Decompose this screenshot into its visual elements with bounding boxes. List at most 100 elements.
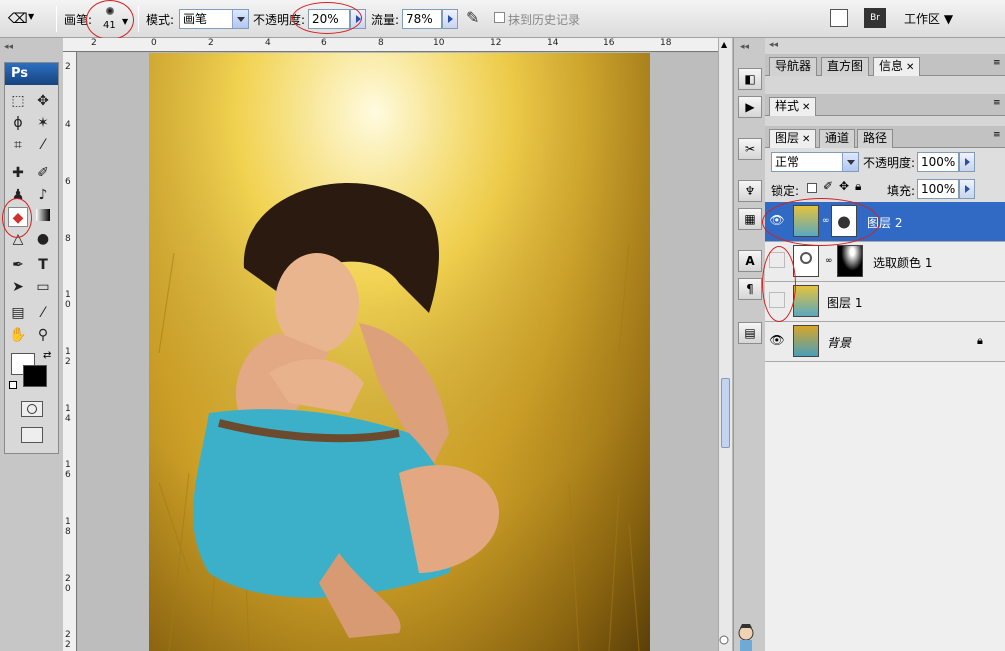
erase-history-checkbox[interactable] [494, 12, 505, 23]
eye-icon[interactable]: 👁︎ [769, 332, 785, 348]
type-tool-icon[interactable]: T [33, 255, 53, 275]
navigator-dock-icon[interactable]: ◧ [738, 68, 762, 90]
scrollbar-thumb[interactable] [721, 378, 730, 448]
tab-paths[interactable]: 路径 [857, 129, 894, 148]
clone-source-dock-icon[interactable]: ♆ [738, 180, 762, 202]
fill-value: 100% [921, 182, 956, 196]
dock-expand-icon[interactable]: ◂◂ [740, 42, 749, 52]
tab-label: 样式 [775, 99, 800, 113]
toolbox: Ps ⬚ ✥ ϕ ✶ ⌗ ⁄ ✚ ✐ ♟ ♪ ◆ △ ● ✒ T ➤ ▭ ▤ ⁄… [4, 62, 59, 454]
lock-position-icon[interactable]: ✥ [839, 179, 849, 193]
dodge-tool-icon[interactable]: ● [33, 229, 53, 249]
lock-label: 锁定: [771, 184, 800, 198]
divider [138, 6, 139, 32]
tab-info[interactable]: 信息 ✕ [873, 57, 921, 76]
tab-histogram[interactable]: 直方图 [821, 57, 870, 76]
navigator-panel-tabs: 导航器 直方图 信息 ✕ ≡ [765, 54, 1005, 76]
eyedropper-tool-icon[interactable]: ⁄ [33, 303, 53, 323]
vertical-scrollbar[interactable]: ▲ [718, 38, 732, 651]
flow-slider-button[interactable] [442, 9, 458, 29]
gradient-tool-icon[interactable] [33, 207, 53, 227]
close-icon[interactable]: ✕ [906, 62, 914, 73]
quick-mask-button[interactable] [21, 401, 43, 417]
history-brush-tool-icon[interactable]: ♪ [33, 185, 53, 205]
chevron-down-icon: ▼ [28, 12, 35, 21]
tool-presets-dock-icon[interactable]: ▦ [738, 208, 762, 230]
annotation-circle-opacity [292, 2, 362, 34]
layer-opacity-input[interactable]: 100% [917, 152, 959, 172]
ruler-tick-label: 16 [603, 38, 615, 48]
panel-menu-icon[interactable]: ≡ [993, 58, 1001, 68]
fill-slider-button[interactable] [959, 179, 975, 199]
screen-mode-button[interactable] [21, 427, 43, 443]
layer-thumbnail [793, 325, 819, 357]
crop-tool-icon[interactable]: ⌗ [8, 135, 28, 155]
lasso-tool-icon[interactable]: ϕ [8, 113, 28, 133]
lock-icon: 🔒︎ [977, 334, 983, 347]
fill-input[interactable]: 100% [917, 179, 959, 199]
actions-dock-icon[interactable]: ▶ [738, 96, 762, 118]
scroll-up-icon[interactable]: ▲ [721, 40, 727, 49]
hand-tool-icon[interactable]: ✋ [8, 325, 28, 345]
document-image[interactable] [149, 53, 650, 651]
flow-value: 78% [406, 12, 433, 26]
pen-tool-icon[interactable]: ✒ [8, 255, 28, 275]
lock-all-icon[interactable]: 🔒︎ [855, 179, 861, 194]
brush-tool-icon[interactable]: ✐ [33, 163, 53, 183]
mode-select[interactable]: 画笔 [179, 9, 249, 29]
layer-row-selective-color-1[interactable]: ∞ 选取颜色 1 [765, 242, 1005, 282]
panels-collapse-icon[interactable]: ◂◂ [769, 40, 778, 50]
shape-tool-icon[interactable]: ▭ [33, 277, 53, 297]
flow-label: 流量: [371, 13, 400, 27]
lock-pixels-icon[interactable]: ✐ [823, 179, 833, 193]
tool-preset-picker[interactable]: ⌫ ▼ [6, 9, 38, 29]
layer-opacity-slider-button[interactable] [959, 152, 975, 172]
zoom-tool-icon[interactable]: ⚲ [33, 325, 53, 345]
toolbox-collapse[interactable]: ◂◂ [4, 42, 59, 56]
swap-colors-icon[interactable]: ⇄ [43, 350, 51, 361]
ruler-tick-label: 14 [547, 38, 559, 48]
ruler-tick-label: 4 [65, 120, 71, 130]
tab-channels[interactable]: 通道 [819, 129, 856, 148]
tab-styles[interactable]: 样式 ✕ [769, 97, 817, 116]
workspace-menu[interactable]: 工作区 ▼ [898, 9, 958, 29]
character-dock-icon[interactable]: A [738, 250, 762, 272]
flow-input[interactable]: 78% [402, 9, 442, 29]
ruler-tick-label: 2 0 [65, 574, 71, 594]
layer-row-background[interactable]: 👁︎ 背景 🔒︎ [765, 322, 1005, 362]
notes-tool-icon[interactable]: ▤ [8, 303, 28, 323]
mode-value: 画笔 [183, 12, 208, 26]
ps-logo[interactable]: Ps [5, 63, 58, 85]
path-selection-tool-icon[interactable]: ➤ [8, 277, 28, 297]
blend-mode-select[interactable]: 正常 [771, 152, 859, 172]
layer-comps-dock-icon[interactable]: ▤ [738, 322, 762, 344]
quick-mask-icon [27, 404, 37, 414]
background-color-swatch[interactable] [23, 365, 47, 387]
slice-tool-icon[interactable]: ⁄ [33, 135, 53, 155]
airbrush-icon[interactable]: ✎ [466, 8, 479, 27]
panel-menu-icon[interactable]: ≡ [993, 130, 1001, 140]
adjustment-icon [793, 245, 819, 277]
ruler-tick-label: 2 [208, 38, 214, 48]
palette-well-icon[interactable] [830, 9, 848, 27]
ruler-tick-label: 10 [433, 38, 445, 48]
marquee-tool-icon[interactable]: ⬚ [8, 91, 28, 111]
tab-layers[interactable]: 图层 ✕ [769, 129, 817, 148]
default-colors-icon[interactable] [9, 381, 17, 389]
paragraph-dock-icon[interactable]: ¶ [738, 278, 762, 300]
ruler-tick-label: 1 4 [65, 404, 71, 424]
close-icon[interactable]: ✕ [802, 134, 810, 145]
bridge-icon[interactable]: Br [864, 8, 886, 28]
tab-navigator[interactable]: 导航器 [769, 57, 818, 76]
ruler-tick-label: 8 [65, 234, 71, 244]
lock-transparent-icon[interactable] [807, 183, 817, 193]
layer-row-layer-1[interactable]: 图层 1 [765, 282, 1005, 322]
link-icon[interactable]: ∞ [825, 256, 833, 266]
tools-dock-icon[interactable]: ✂ [738, 138, 762, 160]
move-tool-icon[interactable]: ✥ [33, 91, 53, 111]
healing-brush-tool-icon[interactable]: ✚ [8, 163, 28, 183]
layer-mask-thumbnail[interactable] [837, 245, 863, 277]
close-icon[interactable]: ✕ [802, 102, 810, 113]
magic-wand-tool-icon[interactable]: ✶ [33, 113, 53, 133]
panel-menu-icon[interactable]: ≡ [993, 98, 1001, 108]
